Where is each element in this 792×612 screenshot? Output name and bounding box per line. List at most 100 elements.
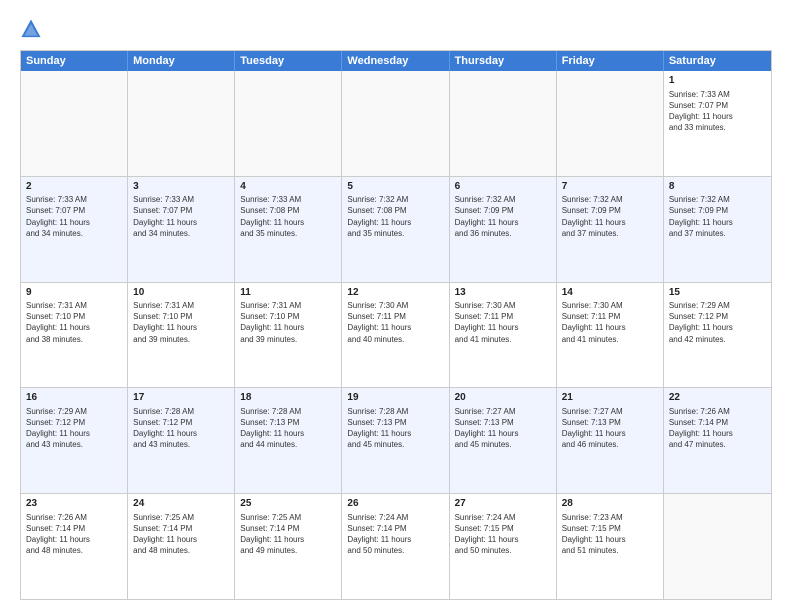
day-info: Sunrise: 7:33 AM Sunset: 7:07 PM Dayligh…	[669, 89, 766, 134]
day-info: Sunrise: 7:25 AM Sunset: 7:14 PM Dayligh…	[133, 512, 229, 557]
calendar-header-cell: Sunday	[21, 51, 128, 71]
day-number: 2	[26, 180, 122, 194]
day-info: Sunrise: 7:31 AM Sunset: 7:10 PM Dayligh…	[26, 300, 122, 345]
day-info: Sunrise: 7:32 AM Sunset: 7:09 PM Dayligh…	[562, 194, 658, 239]
day-info: Sunrise: 7:31 AM Sunset: 7:10 PM Dayligh…	[240, 300, 336, 345]
day-info: Sunrise: 7:28 AM Sunset: 7:12 PM Dayligh…	[133, 406, 229, 451]
calendar-cell: 3Sunrise: 7:33 AM Sunset: 7:07 PM Daylig…	[128, 177, 235, 282]
calendar-row: 9Sunrise: 7:31 AM Sunset: 7:10 PM Daylig…	[21, 283, 771, 389]
header	[20, 18, 772, 40]
day-number: 19	[347, 391, 443, 405]
day-number: 9	[26, 286, 122, 300]
day-number: 7	[562, 180, 658, 194]
calendar-cell: 27Sunrise: 7:24 AM Sunset: 7:15 PM Dayli…	[450, 494, 557, 599]
calendar-cell: 16Sunrise: 7:29 AM Sunset: 7:12 PM Dayli…	[21, 388, 128, 493]
calendar-header-cell: Wednesday	[342, 51, 449, 71]
calendar-cell	[557, 71, 664, 176]
day-number: 17	[133, 391, 229, 405]
calendar-cell: 15Sunrise: 7:29 AM Sunset: 7:12 PM Dayli…	[664, 283, 771, 388]
calendar-cell: 11Sunrise: 7:31 AM Sunset: 7:10 PM Dayli…	[235, 283, 342, 388]
day-info: Sunrise: 7:29 AM Sunset: 7:12 PM Dayligh…	[26, 406, 122, 451]
day-info: Sunrise: 7:24 AM Sunset: 7:14 PM Dayligh…	[347, 512, 443, 557]
day-info: Sunrise: 7:27 AM Sunset: 7:13 PM Dayligh…	[562, 406, 658, 451]
day-info: Sunrise: 7:31 AM Sunset: 7:10 PM Dayligh…	[133, 300, 229, 345]
calendar-cell: 20Sunrise: 7:27 AM Sunset: 7:13 PM Dayli…	[450, 388, 557, 493]
day-info: Sunrise: 7:30 AM Sunset: 7:11 PM Dayligh…	[455, 300, 551, 345]
day-info: Sunrise: 7:33 AM Sunset: 7:07 PM Dayligh…	[133, 194, 229, 239]
calendar-row: 1Sunrise: 7:33 AM Sunset: 7:07 PM Daylig…	[21, 71, 771, 177]
calendar-row: 23Sunrise: 7:26 AM Sunset: 7:14 PM Dayli…	[21, 494, 771, 599]
day-number: 3	[133, 180, 229, 194]
page: SundayMondayTuesdayWednesdayThursdayFrid…	[0, 0, 792, 612]
day-number: 23	[26, 497, 122, 511]
calendar-row: 16Sunrise: 7:29 AM Sunset: 7:12 PM Dayli…	[21, 388, 771, 494]
calendar-cell: 23Sunrise: 7:26 AM Sunset: 7:14 PM Dayli…	[21, 494, 128, 599]
calendar-header-cell: Saturday	[664, 51, 771, 71]
day-info: Sunrise: 7:32 AM Sunset: 7:08 PM Dayligh…	[347, 194, 443, 239]
day-number: 25	[240, 497, 336, 511]
calendar-cell: 4Sunrise: 7:33 AM Sunset: 7:08 PM Daylig…	[235, 177, 342, 282]
day-info: Sunrise: 7:26 AM Sunset: 7:14 PM Dayligh…	[669, 406, 766, 451]
day-number: 12	[347, 286, 443, 300]
logo-icon	[20, 18, 42, 40]
day-info: Sunrise: 7:23 AM Sunset: 7:15 PM Dayligh…	[562, 512, 658, 557]
day-info: Sunrise: 7:32 AM Sunset: 7:09 PM Dayligh…	[455, 194, 551, 239]
day-number: 22	[669, 391, 766, 405]
day-number: 20	[455, 391, 551, 405]
day-info: Sunrise: 7:28 AM Sunset: 7:13 PM Dayligh…	[240, 406, 336, 451]
calendar-header-cell: Monday	[128, 51, 235, 71]
calendar-cell: 5Sunrise: 7:32 AM Sunset: 7:08 PM Daylig…	[342, 177, 449, 282]
day-number: 24	[133, 497, 229, 511]
calendar-cell: 28Sunrise: 7:23 AM Sunset: 7:15 PM Dayli…	[557, 494, 664, 599]
day-number: 27	[455, 497, 551, 511]
calendar-cell: 1Sunrise: 7:33 AM Sunset: 7:07 PM Daylig…	[664, 71, 771, 176]
day-info: Sunrise: 7:29 AM Sunset: 7:12 PM Dayligh…	[669, 300, 766, 345]
calendar-cell: 8Sunrise: 7:32 AM Sunset: 7:09 PM Daylig…	[664, 177, 771, 282]
day-number: 16	[26, 391, 122, 405]
calendar-header-cell: Thursday	[450, 51, 557, 71]
calendar-cell: 10Sunrise: 7:31 AM Sunset: 7:10 PM Dayli…	[128, 283, 235, 388]
day-info: Sunrise: 7:30 AM Sunset: 7:11 PM Dayligh…	[347, 300, 443, 345]
calendar-cell: 24Sunrise: 7:25 AM Sunset: 7:14 PM Dayli…	[128, 494, 235, 599]
calendar-cell: 14Sunrise: 7:30 AM Sunset: 7:11 PM Dayli…	[557, 283, 664, 388]
calendar-cell: 12Sunrise: 7:30 AM Sunset: 7:11 PM Dayli…	[342, 283, 449, 388]
calendar-cell	[664, 494, 771, 599]
calendar: SundayMondayTuesdayWednesdayThursdayFrid…	[20, 50, 772, 600]
day-number: 28	[562, 497, 658, 511]
day-number: 6	[455, 180, 551, 194]
calendar-cell: 18Sunrise: 7:28 AM Sunset: 7:13 PM Dayli…	[235, 388, 342, 493]
calendar-cell: 9Sunrise: 7:31 AM Sunset: 7:10 PM Daylig…	[21, 283, 128, 388]
calendar-cell: 7Sunrise: 7:32 AM Sunset: 7:09 PM Daylig…	[557, 177, 664, 282]
calendar-cell: 25Sunrise: 7:25 AM Sunset: 7:14 PM Dayli…	[235, 494, 342, 599]
day-number: 4	[240, 180, 336, 194]
calendar-cell: 6Sunrise: 7:32 AM Sunset: 7:09 PM Daylig…	[450, 177, 557, 282]
day-number: 11	[240, 286, 336, 300]
day-number: 10	[133, 286, 229, 300]
day-number: 8	[669, 180, 766, 194]
day-number: 5	[347, 180, 443, 194]
calendar-cell	[450, 71, 557, 176]
day-info: Sunrise: 7:30 AM Sunset: 7:11 PM Dayligh…	[562, 300, 658, 345]
calendar-header-cell: Friday	[557, 51, 664, 71]
calendar-cell	[128, 71, 235, 176]
day-info: Sunrise: 7:33 AM Sunset: 7:08 PM Dayligh…	[240, 194, 336, 239]
day-number: 13	[455, 286, 551, 300]
day-number: 26	[347, 497, 443, 511]
logo	[20, 18, 46, 40]
calendar-cell	[235, 71, 342, 176]
calendar-cell	[21, 71, 128, 176]
calendar-cell: 13Sunrise: 7:30 AM Sunset: 7:11 PM Dayli…	[450, 283, 557, 388]
day-info: Sunrise: 7:28 AM Sunset: 7:13 PM Dayligh…	[347, 406, 443, 451]
day-number: 1	[669, 74, 766, 88]
calendar-header: SundayMondayTuesdayWednesdayThursdayFrid…	[21, 51, 771, 71]
day-number: 18	[240, 391, 336, 405]
day-number: 21	[562, 391, 658, 405]
day-info: Sunrise: 7:25 AM Sunset: 7:14 PM Dayligh…	[240, 512, 336, 557]
calendar-cell: 2Sunrise: 7:33 AM Sunset: 7:07 PM Daylig…	[21, 177, 128, 282]
day-info: Sunrise: 7:27 AM Sunset: 7:13 PM Dayligh…	[455, 406, 551, 451]
day-info: Sunrise: 7:32 AM Sunset: 7:09 PM Dayligh…	[669, 194, 766, 239]
calendar-body: 1Sunrise: 7:33 AM Sunset: 7:07 PM Daylig…	[21, 71, 771, 599]
calendar-cell: 17Sunrise: 7:28 AM Sunset: 7:12 PM Dayli…	[128, 388, 235, 493]
day-number: 14	[562, 286, 658, 300]
day-info: Sunrise: 7:24 AM Sunset: 7:15 PM Dayligh…	[455, 512, 551, 557]
